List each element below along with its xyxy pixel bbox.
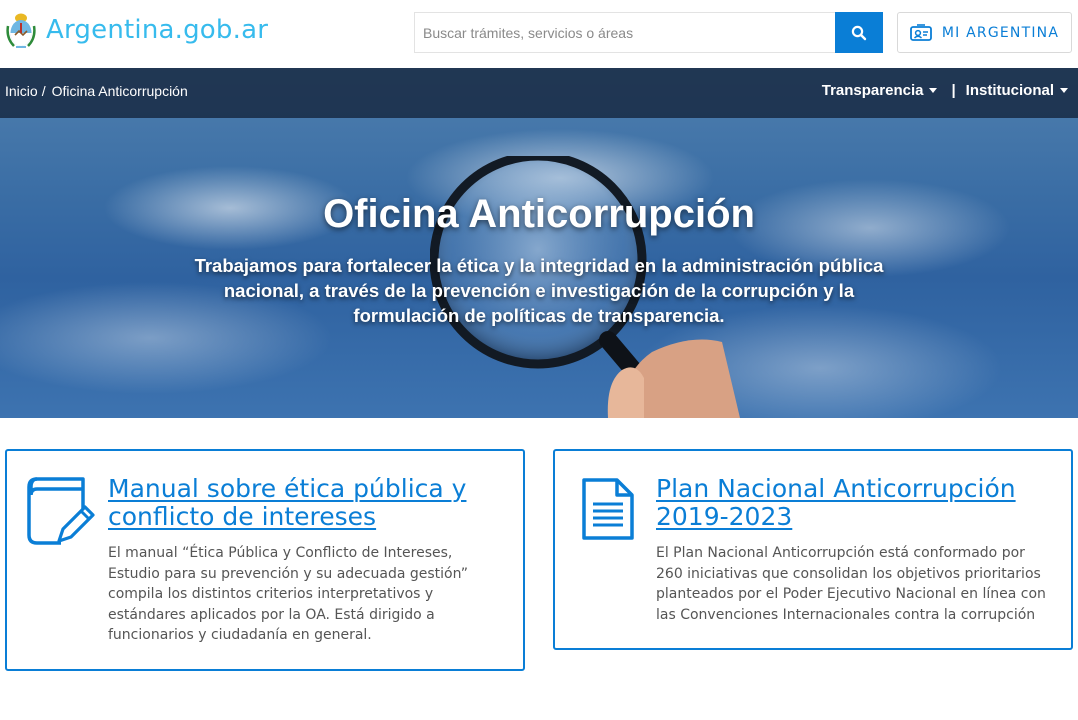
hero-subtitle: Trabajamos para fortalecer la ética y la… (194, 255, 884, 326)
coat-of-arms-icon (6, 13, 36, 48)
card-plan-nacional[interactable]: Plan Nacional Anticorrupción 2019-2023 E… (553, 449, 1073, 650)
breadcrumb-home-link[interactable]: Inicio (5, 83, 38, 99)
top-menu: Transparencia | Institucional (822, 82, 1068, 99)
breadcrumb-current: Oficina Anticorrupción (51, 83, 188, 99)
document-icon (582, 478, 634, 540)
card-manual-etica-title[interactable]: Manual sobre ética pública y conflicto d… (108, 475, 508, 531)
mi-argentina-label: MI ARGENTINA (941, 24, 1060, 41)
search-button[interactable] (835, 12, 883, 53)
caret-down-icon (929, 88, 938, 93)
search-icon (851, 25, 867, 40)
breadcrumb: Inicio / Oficina Anticorrupción (5, 83, 188, 99)
menu-institucional[interactable]: Institucional (966, 82, 1068, 99)
menu-institucional-label: Institucional (965, 82, 1054, 99)
site-logo[interactable]: Argentina.gob.ar (6, 10, 268, 50)
menu-divider: | (951, 82, 956, 99)
page-title: Oficina Anticorrupción (323, 192, 755, 236)
breadcrumb-separator: / (41, 83, 46, 99)
menu-transparencia-label: Transparencia (821, 82, 924, 99)
search-input[interactable] (414, 12, 835, 53)
card-manual-etica-description: El manual “Ética Pública y Conflicto de … (108, 545, 468, 643)
site-header: Argentina.gob.ar MI ARGENTINA (0, 0, 1078, 68)
id-card-icon (909, 23, 932, 42)
book-pencil-icon (27, 477, 95, 545)
mi-argentina-button[interactable]: MI ARGENTINA (897, 12, 1072, 53)
caret-down-icon (1060, 88, 1068, 93)
card-plan-nacional-description: El Plan Nacional Anticorrupción está con… (656, 545, 1046, 623)
card-plan-nacional-title[interactable]: Plan Nacional Anticorrupción 2019-2023 (656, 475, 1056, 531)
card-manual-etica[interactable]: Manual sobre ética pública y conflicto d… (5, 449, 525, 671)
hero-navbar: Inicio / Oficina Anticorrupción Transpar… (0, 68, 1078, 118)
site-logo-text: Argentina.gob.ar (46, 15, 269, 45)
hero-banner: Inicio / Oficina Anticorrupción Transpar… (0, 68, 1078, 418)
menu-transparencia[interactable]: Transparencia (822, 82, 938, 99)
